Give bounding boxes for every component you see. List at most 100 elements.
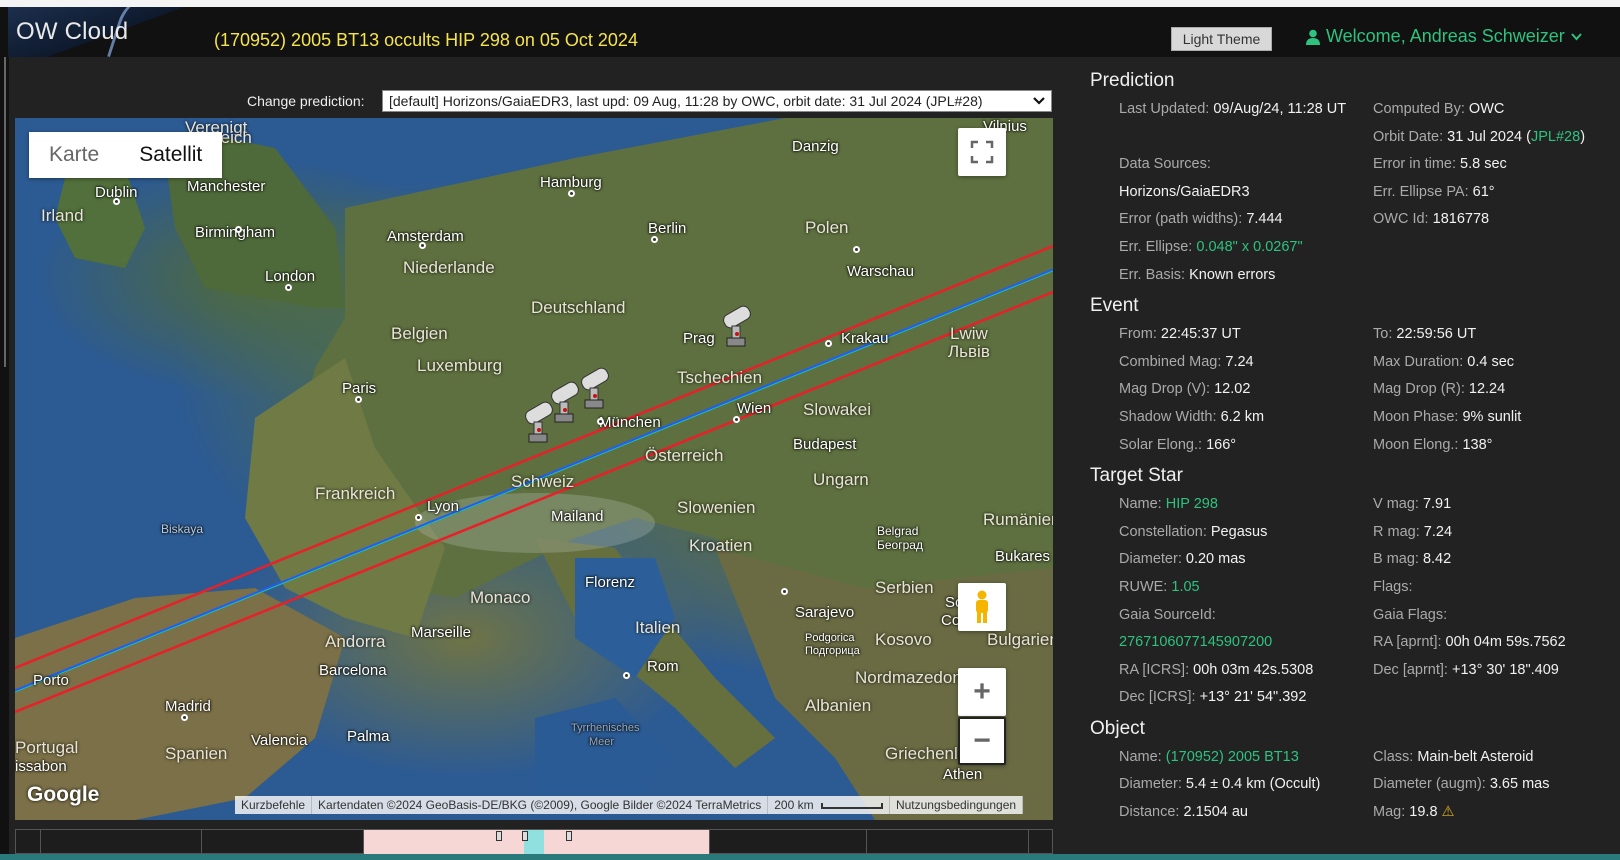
ruwe-link[interactable]: 1.05 <box>1171 579 1199 595</box>
map-label: Slowakei <box>803 400 872 419</box>
map-label: Frankreich <box>315 484 396 503</box>
scale-bar[interactable]: 200 km <box>768 796 890 814</box>
map-label: Tschechien <box>677 368 763 387</box>
map-label: Sarajevo <box>795 604 855 621</box>
map-label: Portugal <box>15 738 79 757</box>
gaia-source-link[interactable]: 2767106077145907200 <box>1119 634 1272 650</box>
map-label: Marseille <box>411 624 472 641</box>
city-marker <box>113 198 120 205</box>
map-label: Spanien <box>165 744 228 763</box>
timeline-marker[interactable] <box>522 831 528 841</box>
star-name-link[interactable]: HIP 298 <box>1166 496 1218 512</box>
user-icon <box>1306 29 1320 45</box>
err-ellipse-link[interactable]: 0.048" x 0.0267" <box>1196 239 1302 255</box>
map-type-satellit-button[interactable]: Satellit <box>119 132 222 178</box>
prediction-section: Prediction Last Updated: 09/Aug/24, 11:2… <box>1090 70 1610 289</box>
map-label: Österreich <box>645 446 724 465</box>
fullscreen-button[interactable] <box>958 128 1006 176</box>
map-label: Ungarn <box>813 470 869 489</box>
map-label: Bukares <box>995 548 1051 565</box>
map-label: Polen <box>805 218 849 237</box>
map-label: Valencia <box>251 732 308 749</box>
welcome-text: Welcome, Andreas Schweizer <box>1326 26 1565 46</box>
city-marker <box>419 242 426 249</box>
map-label: Slowenien <box>677 498 756 517</box>
map-label: Belgrad <box>877 524 919 538</box>
user-menu[interactable]: Welcome, Andreas Schweizer <box>1306 26 1582 47</box>
city-marker <box>355 396 362 403</box>
warning-icon: ⚠ <box>1441 804 1455 821</box>
object-name-link[interactable]: (170952) 2005 BT13 <box>1166 749 1299 765</box>
prediction-select[interactable]: [default] Horizons/GaiaEDR3, last upd: 0… <box>382 90 1052 112</box>
map-label: Mailand <box>551 508 604 525</box>
map-label: Italien <box>635 618 681 637</box>
map-label: Krakau <box>841 330 889 347</box>
map-type-karte-button[interactable]: Karte <box>29 132 119 178</box>
minus-icon: − <box>973 724 991 757</box>
map-attribution: Kurzbefehle Kartendaten ©2024 GeoBasis-D… <box>235 796 1024 814</box>
map-view[interactable]: Verenigt reich Dublin Irland Manchester … <box>15 118 1053 820</box>
city-marker <box>651 236 658 243</box>
map-label: Београд <box>877 538 923 552</box>
map-data-credit: Kartendaten ©2024 GeoBasis-DE/BKG (©2009… <box>312 796 769 814</box>
map-label: Monaco <box>470 588 531 607</box>
city-marker <box>235 226 242 233</box>
map-label: Porto <box>33 672 69 689</box>
keyboard-shortcuts-link[interactable]: Kurzbefehle <box>235 796 313 814</box>
terms-link[interactable]: Nutzungsbedingungen <box>890 796 1024 814</box>
map-label: Barcelona <box>319 662 387 679</box>
zoom-in-button[interactable]: + <box>958 668 1006 716</box>
city-marker <box>733 416 740 423</box>
map-label: Niederlande <box>403 258 495 277</box>
app-header: (170952) 2005 BT13 occults HIP 298 on 05… <box>0 7 1620 57</box>
map-label: Lyon <box>427 498 459 515</box>
google-logo: Google <box>27 783 100 806</box>
left-edge <box>0 57 9 860</box>
city-marker <box>285 284 292 291</box>
change-prediction-label: Change prediction: <box>247 93 365 109</box>
map-label: München <box>599 414 661 431</box>
chevron-down-icon <box>1571 32 1582 40</box>
map-label: Florenz <box>585 574 636 591</box>
section-title: Target Star <box>1090 465 1183 487</box>
map-label: Paris <box>342 380 377 397</box>
app-logo[interactable]: OW Cloud <box>8 7 188 57</box>
section-title: Object <box>1090 717 1145 739</box>
orbit-ref-link[interactable]: JPL#28 <box>1531 129 1580 145</box>
map-label: Budapest <box>793 436 857 453</box>
section-title: Prediction <box>1090 70 1175 91</box>
map-label: Meer <box>589 736 615 748</box>
map-label: Irland <box>41 206 84 225</box>
map-label: issabon <box>15 758 67 775</box>
top-strip <box>0 0 1620 7</box>
event-title: (170952) 2005 BT13 occults HIP 298 on 05… <box>214 30 638 50</box>
object-section: Object Name: (170952) 2005 BT13 Class: M… <box>1090 718 1610 827</box>
street-view-button[interactable] <box>958 583 1006 631</box>
map-label: Belgien <box>391 324 448 343</box>
map-label: Kosovo <box>875 630 932 649</box>
map-label: Amsterdam <box>387 228 464 245</box>
map-label: Kroatien <box>689 536 753 555</box>
city-marker <box>623 672 630 679</box>
map-label: Serbien <box>875 578 934 597</box>
map-label: Hamburg <box>540 174 602 191</box>
telescope-icon[interactable] <box>519 400 557 448</box>
timeline-marker[interactable] <box>496 831 502 841</box>
map-label: Warschau <box>847 263 914 280</box>
city-marker <box>853 246 860 253</box>
map-label: Deutschland <box>531 298 626 317</box>
telescope-icon[interactable] <box>717 304 755 352</box>
chevron-down-icon <box>1033 97 1045 105</box>
timeline-bar[interactable] <box>15 829 1053 855</box>
section-title: Event <box>1090 295 1139 317</box>
map-label: Madrid <box>165 698 211 715</box>
timeline-marker[interactable] <box>566 831 572 841</box>
map-label: London <box>265 268 316 285</box>
map-type-toggle: Karte Satellit <box>29 132 223 178</box>
map-label: Bulgarien <box>987 630 1053 649</box>
map-label: Tyrrhenisches <box>571 722 640 734</box>
prediction-select-value: [default] Horizons/GaiaEDR3, last upd: 0… <box>389 93 983 109</box>
zoom-out-button[interactable]: − <box>958 717 1006 765</box>
map-label: Подгорица <box>805 645 860 657</box>
light-theme-button[interactable]: Light Theme <box>1171 27 1272 51</box>
